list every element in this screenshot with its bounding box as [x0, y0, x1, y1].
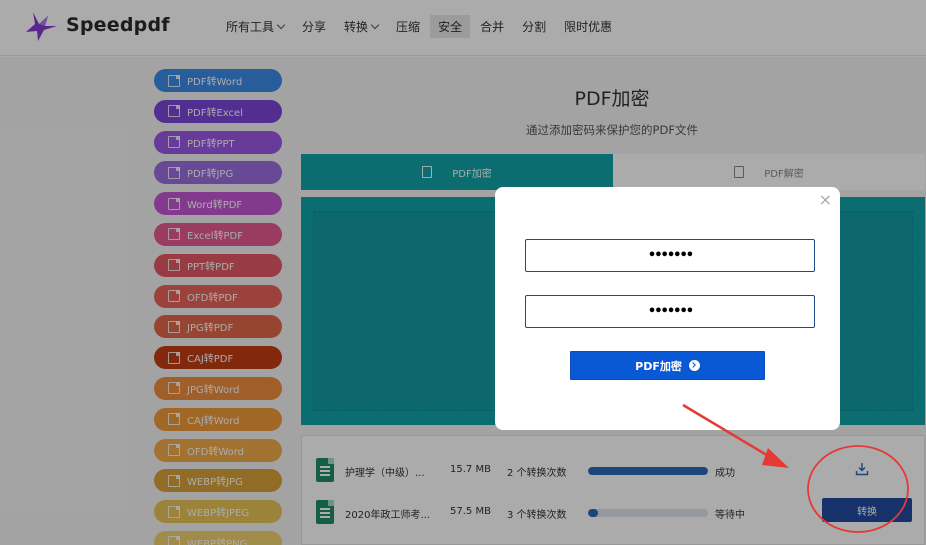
- encrypt-submit-button[interactable]: PDF加密: [570, 351, 765, 380]
- submit-label: PDF加密: [635, 359, 682, 373]
- password-field[interactable]: [525, 239, 815, 272]
- close-icon[interactable]: ×: [819, 192, 832, 208]
- arrow-right-circle-icon: [688, 360, 700, 371]
- encrypt-dialog: × PDF加密: [495, 187, 840, 430]
- confirm-password-field[interactable]: [525, 295, 815, 328]
